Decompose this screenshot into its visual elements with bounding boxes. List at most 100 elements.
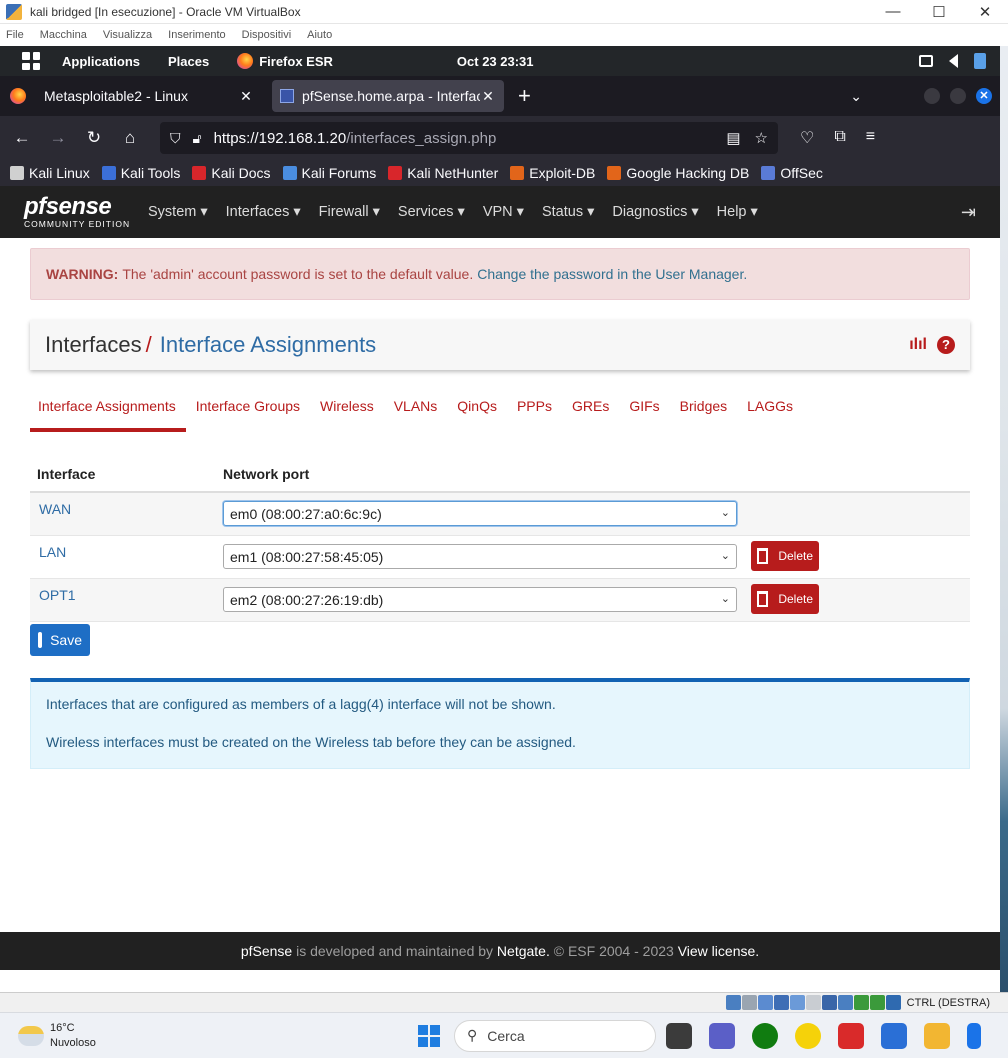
pocket-icon[interactable]: ♡ bbox=[800, 128, 814, 148]
maximize-button[interactable]: ☐ bbox=[916, 3, 962, 21]
microsoft-store-icon[interactable] bbox=[881, 1022, 907, 1049]
audio-icon[interactable] bbox=[757, 995, 773, 1010]
tab-laggs[interactable]: LAGGs bbox=[737, 398, 803, 432]
teams-icon[interactable] bbox=[709, 1022, 735, 1049]
delete-opt1-button[interactable]: Delete bbox=[751, 584, 819, 614]
cyberghost-icon[interactable] bbox=[795, 1022, 821, 1049]
bookmark-ghdb[interactable]: Google Hacking DB bbox=[607, 165, 749, 181]
network-port-select-lan[interactable]: em1 (08:00:27:58:45:05) ⌄ bbox=[223, 544, 737, 569]
menu-vpn[interactable]: VPN ▾ bbox=[483, 204, 524, 220]
tab-gres[interactable]: GREs bbox=[562, 398, 619, 432]
interface-link-opt1[interactable]: OPT1 bbox=[30, 587, 223, 603]
interface-link-lan[interactable]: LAN bbox=[30, 544, 223, 560]
hamburger-menu-icon[interactable]: ≡ bbox=[866, 128, 875, 148]
footer-netgate-link[interactable]: Netgate. bbox=[497, 943, 550, 959]
footer-pfsense-link[interactable]: pfSense bbox=[241, 943, 292, 959]
applications-menu[interactable]: Applications bbox=[62, 54, 140, 69]
menu-help[interactable]: Help ▾ bbox=[717, 204, 758, 220]
help-icon[interactable]: ? bbox=[937, 336, 955, 354]
menu-services[interactable]: Services ▾ bbox=[398, 204, 465, 220]
usb-icon[interactable] bbox=[789, 995, 805, 1010]
tab-metasploitable[interactable]: Metasploitable2 - Linux ✕ bbox=[44, 80, 262, 112]
menu-interfaces[interactable]: Interfaces ▾ bbox=[226, 204, 301, 220]
url-bar[interactable]: ⛉ 🔓︎ https://192.168.1.20/interfaces_ass… bbox=[160, 122, 778, 154]
close-tab-icon[interactable]: ✕ bbox=[238, 88, 254, 105]
shield-icon[interactable]: ⛉ bbox=[170, 130, 181, 147]
bookmark-star-icon[interactable]: ☆ bbox=[755, 129, 768, 147]
recording-icon[interactable] bbox=[837, 995, 853, 1010]
tab-bridges[interactable]: Bridges bbox=[670, 398, 737, 432]
tab-pfsense[interactable]: pfSense.home.arpa - Interface Assignment… bbox=[272, 80, 504, 112]
network-port-select-wan[interactable]: em0 (08:00:27:a0:6c:9c) ⌄ bbox=[223, 501, 737, 526]
interface-link-wan[interactable]: WAN bbox=[30, 501, 223, 517]
bookmark-kali-tools[interactable]: Kali Tools bbox=[101, 165, 180, 181]
extensions-icon[interactable]: ⧉ bbox=[834, 128, 845, 148]
places-menu[interactable]: Places bbox=[168, 54, 209, 69]
new-tab-icon[interactable]: + bbox=[518, 83, 850, 109]
minimize-dot-icon[interactable] bbox=[924, 88, 940, 104]
pfsense-logo[interactable]: pfsense COMMUNITY EDITION bbox=[24, 195, 132, 229]
back-icon[interactable]: ← bbox=[4, 128, 40, 148]
virtualization-icon[interactable] bbox=[869, 995, 885, 1010]
bookmark-kali-linux[interactable]: Kali Linux bbox=[10, 165, 90, 181]
home-icon[interactable]: ⌂ bbox=[112, 128, 148, 148]
reload-icon[interactable]: ↻ bbox=[76, 128, 112, 148]
weather-widget[interactable]: 16°C Nuvoloso bbox=[18, 1021, 418, 1051]
tab-ppps[interactable]: PPPs bbox=[507, 398, 562, 432]
app-grid-icon[interactable] bbox=[22, 52, 40, 70]
bookmark-kali-nethunter[interactable]: Kali NetHunter bbox=[388, 165, 498, 181]
tab-wireless[interactable]: Wireless bbox=[310, 398, 384, 432]
bookmark-exploit-db[interactable]: Exploit-DB bbox=[510, 165, 595, 181]
cpu-activity-icon[interactable] bbox=[853, 995, 869, 1010]
menu-inserimento[interactable]: Inserimento bbox=[168, 29, 225, 41]
volume-icon[interactable] bbox=[949, 54, 958, 68]
view-license-link[interactable]: View license. bbox=[678, 943, 759, 959]
bookmark-kali-forums[interactable]: Kali Forums bbox=[282, 165, 376, 181]
display-icon[interactable] bbox=[821, 995, 837, 1010]
bookmark-kali-docs[interactable]: Kali Docs bbox=[192, 165, 271, 181]
bookmark-offsec[interactable]: OffSec bbox=[761, 165, 823, 181]
page-title[interactable]: Interface Assignments bbox=[160, 332, 376, 358]
menu-diagnostics[interactable]: Diagnostics ▾ bbox=[612, 204, 698, 220]
tab-interface-groups[interactable]: Interface Groups bbox=[186, 398, 310, 432]
menu-aiuto[interactable]: Aiuto bbox=[307, 29, 332, 41]
close-browser-icon[interactable]: ✕ bbox=[976, 88, 992, 104]
storage-icon[interactable] bbox=[725, 995, 741, 1010]
delete-lan-button[interactable]: Delete bbox=[751, 541, 819, 571]
close-window-button[interactable]: ✕ bbox=[962, 3, 1008, 21]
tab-qinqs[interactable]: QinQs bbox=[447, 398, 507, 432]
forward-icon[interactable]: → bbox=[40, 128, 76, 148]
lock-warning-icon[interactable]: 🔓︎ bbox=[193, 130, 202, 147]
menu-visualizza[interactable]: Visualizza bbox=[103, 29, 152, 41]
list-all-tabs-icon[interactable]: ⌄ bbox=[850, 88, 862, 105]
tab-gifs[interactable]: GIFs bbox=[619, 398, 669, 432]
mail-icon[interactable] bbox=[967, 1022, 981, 1049]
shared-folders-icon[interactable] bbox=[805, 995, 821, 1010]
reader-view-icon[interactable]: ▤ bbox=[726, 129, 740, 147]
mouse-integration-icon[interactable] bbox=[885, 995, 901, 1010]
menu-status[interactable]: Status ▾ bbox=[542, 204, 594, 220]
network-icon[interactable] bbox=[974, 53, 986, 69]
logout-icon[interactable]: ⇥ bbox=[961, 202, 976, 223]
optical-drive-icon[interactable] bbox=[741, 995, 757, 1010]
bitdefender-icon[interactable] bbox=[838, 1022, 864, 1049]
xbox-icon[interactable] bbox=[752, 1022, 778, 1049]
taskbar-search[interactable]: ⚲ Cerca bbox=[454, 1019, 656, 1052]
network-port-select-opt1[interactable]: em2 (08:00:27:26:19:db) ⌄ bbox=[223, 587, 737, 612]
display-icon[interactable] bbox=[919, 55, 933, 67]
save-button[interactable]: Save bbox=[30, 624, 90, 656]
menu-file[interactable]: File bbox=[6, 29, 24, 41]
windows-start-icon[interactable] bbox=[418, 1024, 440, 1047]
bar-chart-icon[interactable]: ılıl bbox=[909, 336, 927, 354]
file-explorer-icon[interactable] bbox=[924, 1022, 950, 1049]
close-tab-icon[interactable]: ✕ bbox=[480, 88, 496, 105]
maximize-dot-icon[interactable] bbox=[950, 88, 966, 104]
task-view-icon[interactable] bbox=[666, 1022, 692, 1049]
menu-firewall[interactable]: Firewall ▾ bbox=[319, 204, 380, 220]
menu-dispositivi[interactable]: Dispositivi bbox=[242, 29, 292, 41]
user-manager-link[interactable]: Change the password in the User Manager. bbox=[477, 266, 747, 282]
network-adapter-icon[interactable] bbox=[773, 995, 789, 1010]
menu-macchina[interactable]: Macchina bbox=[40, 29, 87, 41]
tab-interface-assignments[interactable]: Interface Assignments bbox=[30, 398, 186, 432]
menu-system[interactable]: System ▾ bbox=[148, 204, 208, 220]
